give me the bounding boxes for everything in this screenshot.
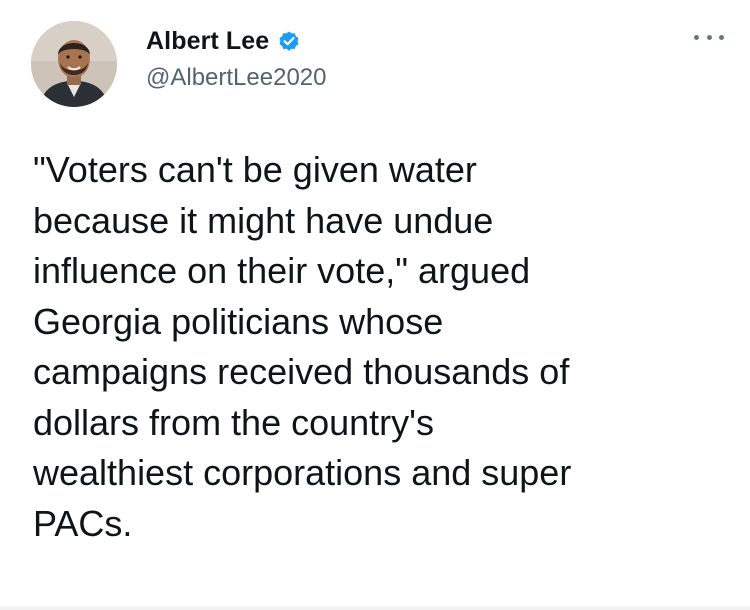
more-options-button[interactable]: [694, 30, 724, 44]
divider: [0, 604, 750, 610]
author-name-row: Albert Lee: [146, 24, 301, 58]
author-avatar[interactable]: [31, 21, 117, 107]
verified-badge-icon: [277, 29, 301, 53]
tweet-body-text: "Voters can't be given water because it …: [33, 149, 572, 544]
avatar-photo-icon: [31, 21, 117, 107]
more-dot-icon: [694, 34, 699, 40]
more-dot-icon: [719, 34, 724, 40]
more-dot-icon: [706, 34, 712, 40]
tweet-card: Albert Lee @AlbertLee2020 "Voters can't …: [0, 0, 750, 610]
author-handle[interactable]: @AlbertLee2020: [146, 64, 327, 92]
author-display-name[interactable]: Albert Lee: [146, 27, 269, 56]
